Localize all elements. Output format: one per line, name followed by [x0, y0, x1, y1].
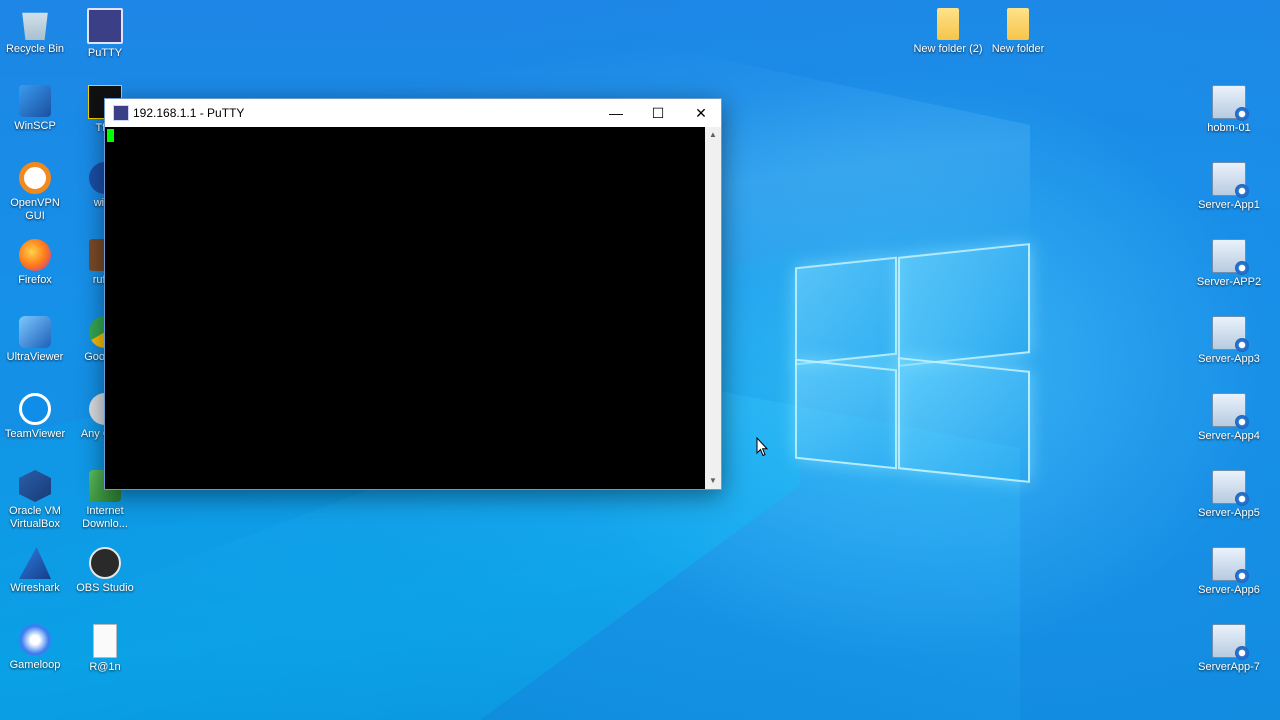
desktop-icon-label: Firefox: [18, 274, 52, 286]
desktop-icon-new-folder-2[interactable]: New folder (2): [913, 8, 983, 56]
wireshark-icon: [19, 547, 51, 579]
windows-logo-pane: [795, 358, 897, 470]
desktop-icon-label: Server-App6: [1198, 584, 1260, 596]
windows-logo-pane: [898, 243, 1030, 367]
vertical-scrollbar[interactable]: ▲ ▼: [705, 127, 721, 489]
folder-icon: [937, 8, 959, 40]
rdp-icon: [1212, 85, 1249, 121]
scroll-down-icon[interactable]: ▼: [705, 473, 721, 489]
putty-icon: [87, 8, 123, 44]
teamviewer-icon: [19, 393, 51, 425]
desktop-icon-server-app1[interactable]: Server-App1: [1194, 162, 1264, 212]
desktop-icon-label: Server-App5: [1198, 507, 1260, 519]
windows-logo-pane: [898, 357, 1030, 483]
desktop-icon-server-app5[interactable]: Server-App5: [1194, 470, 1264, 520]
gameloop-icon: [19, 624, 51, 656]
desktop-icon-wireshark[interactable]: Wireshark: [0, 547, 70, 595]
desktop-icon-serverapp-7[interactable]: ServerApp-7: [1194, 624, 1264, 674]
desktop-icon-server-app2[interactable]: Server-APP2: [1194, 239, 1264, 289]
winscp-icon: [19, 85, 51, 117]
terminal-cursor: [107, 129, 114, 142]
desktop-icon-label: PuTTY: [87, 47, 123, 59]
rdp-icon: [1212, 393, 1249, 429]
rdp-icon: [1212, 547, 1249, 583]
desktop-icon-openvpn[interactable]: OpenVPN GUI: [0, 162, 70, 223]
desktop-icon-label: Server-App1: [1198, 199, 1260, 211]
desktop-icon-label: UltraViewer: [6, 351, 64, 363]
desktop-icon-virtualbox[interactable]: Oracle VM VirtualBox: [0, 470, 70, 531]
desktop-icon-label: WinSCP: [14, 120, 56, 132]
desktop-icon-label: Oracle VM VirtualBox: [9, 505, 61, 530]
desktop-icon-hobm-01[interactable]: hobm-01: [1194, 85, 1264, 135]
desktop-icon-ultraviewer[interactable]: UltraViewer: [0, 316, 70, 364]
obs-icon: [89, 547, 121, 579]
desktop-icon-label: Gameloop: [9, 659, 61, 671]
recycle-bin-icon: [22, 12, 48, 40]
firefox-icon: [19, 239, 51, 271]
desktop-icon-label: Server-APP2: [1196, 276, 1262, 288]
rdp-icon: [1212, 470, 1249, 506]
desktop-icon-label: New folder: [991, 43, 1045, 55]
desktop-icon-firefox[interactable]: Firefox: [0, 239, 70, 287]
desktop-icon-recycle-bin[interactable]: Recycle Bin: [0, 8, 70, 56]
openvpn-icon: [19, 162, 51, 194]
text-file-icon: [93, 624, 117, 658]
desktop-icon-label: ServerApp-7: [1198, 661, 1260, 673]
mouse-pointer-icon: [756, 437, 768, 457]
desktop-icon-label: New folder (2): [913, 43, 983, 55]
rdp-icon: [1212, 239, 1249, 275]
putty-icon[interactable]: [113, 105, 129, 121]
desktop-icon-label: Internet Downlo...: [82, 505, 128, 530]
desktop-icon-label: R@1n: [89, 661, 121, 673]
desktop-icon-winscp[interactable]: WinSCP: [0, 85, 70, 133]
ultraviewer-icon: [19, 316, 51, 348]
putty-window[interactable]: 192.168.1.1 - PuTTY — ☐ ✕ ▲ ▼: [104, 98, 722, 490]
desktop-icon-r1n[interactable]: R@1n: [70, 624, 140, 674]
desktop-icon-server-app4[interactable]: Server-App4: [1194, 393, 1264, 443]
terminal-area[interactable]: [105, 127, 706, 489]
minimize-button[interactable]: —: [594, 99, 638, 127]
desktop-icon-gameloop[interactable]: Gameloop: [0, 624, 70, 672]
desktop-icon-label: Server-App3: [1198, 353, 1260, 365]
windows-logo-pane: [795, 256, 897, 366]
desktop-icon-label: Recycle Bin: [5, 43, 65, 55]
scroll-up-icon[interactable]: ▲: [705, 127, 721, 143]
desktop-icon-label: OBS Studio: [76, 582, 134, 594]
window-title: 192.168.1.1 - PuTTY: [133, 106, 245, 120]
maximize-button[interactable]: ☐: [636, 99, 680, 127]
desktop-icon-label: hobm-01: [1207, 122, 1251, 134]
desktop-icon-teamviewer[interactable]: TeamViewer: [0, 393, 70, 441]
desktop-icon-label: Server-App4: [1198, 430, 1260, 442]
desktop-icon-server-app6[interactable]: Server-App6: [1194, 547, 1264, 597]
desktop-icon-label: TeamViewer: [4, 428, 66, 440]
rdp-icon: [1212, 624, 1249, 660]
window-titlebar[interactable]: 192.168.1.1 - PuTTY — ☐ ✕: [105, 99, 721, 127]
desktop-icon-putty[interactable]: PuTTY: [70, 8, 140, 60]
rdp-icon: [1212, 316, 1249, 352]
desktop-icon-obs[interactable]: OBS Studio: [70, 547, 140, 595]
rdp-icon: [1212, 162, 1249, 198]
folder-icon: [1007, 8, 1029, 40]
desktop-icon-label: OpenVPN GUI: [10, 197, 60, 222]
desktop-icon-label: Wireshark: [10, 582, 60, 594]
desktop-icon-new-folder[interactable]: New folder: [983, 8, 1053, 56]
close-button[interactable]: ✕: [679, 99, 723, 127]
desktop-icon-server-app3[interactable]: Server-App3: [1194, 316, 1264, 366]
virtualbox-icon: [19, 470, 51, 502]
windows-logo: [795, 242, 1030, 483]
